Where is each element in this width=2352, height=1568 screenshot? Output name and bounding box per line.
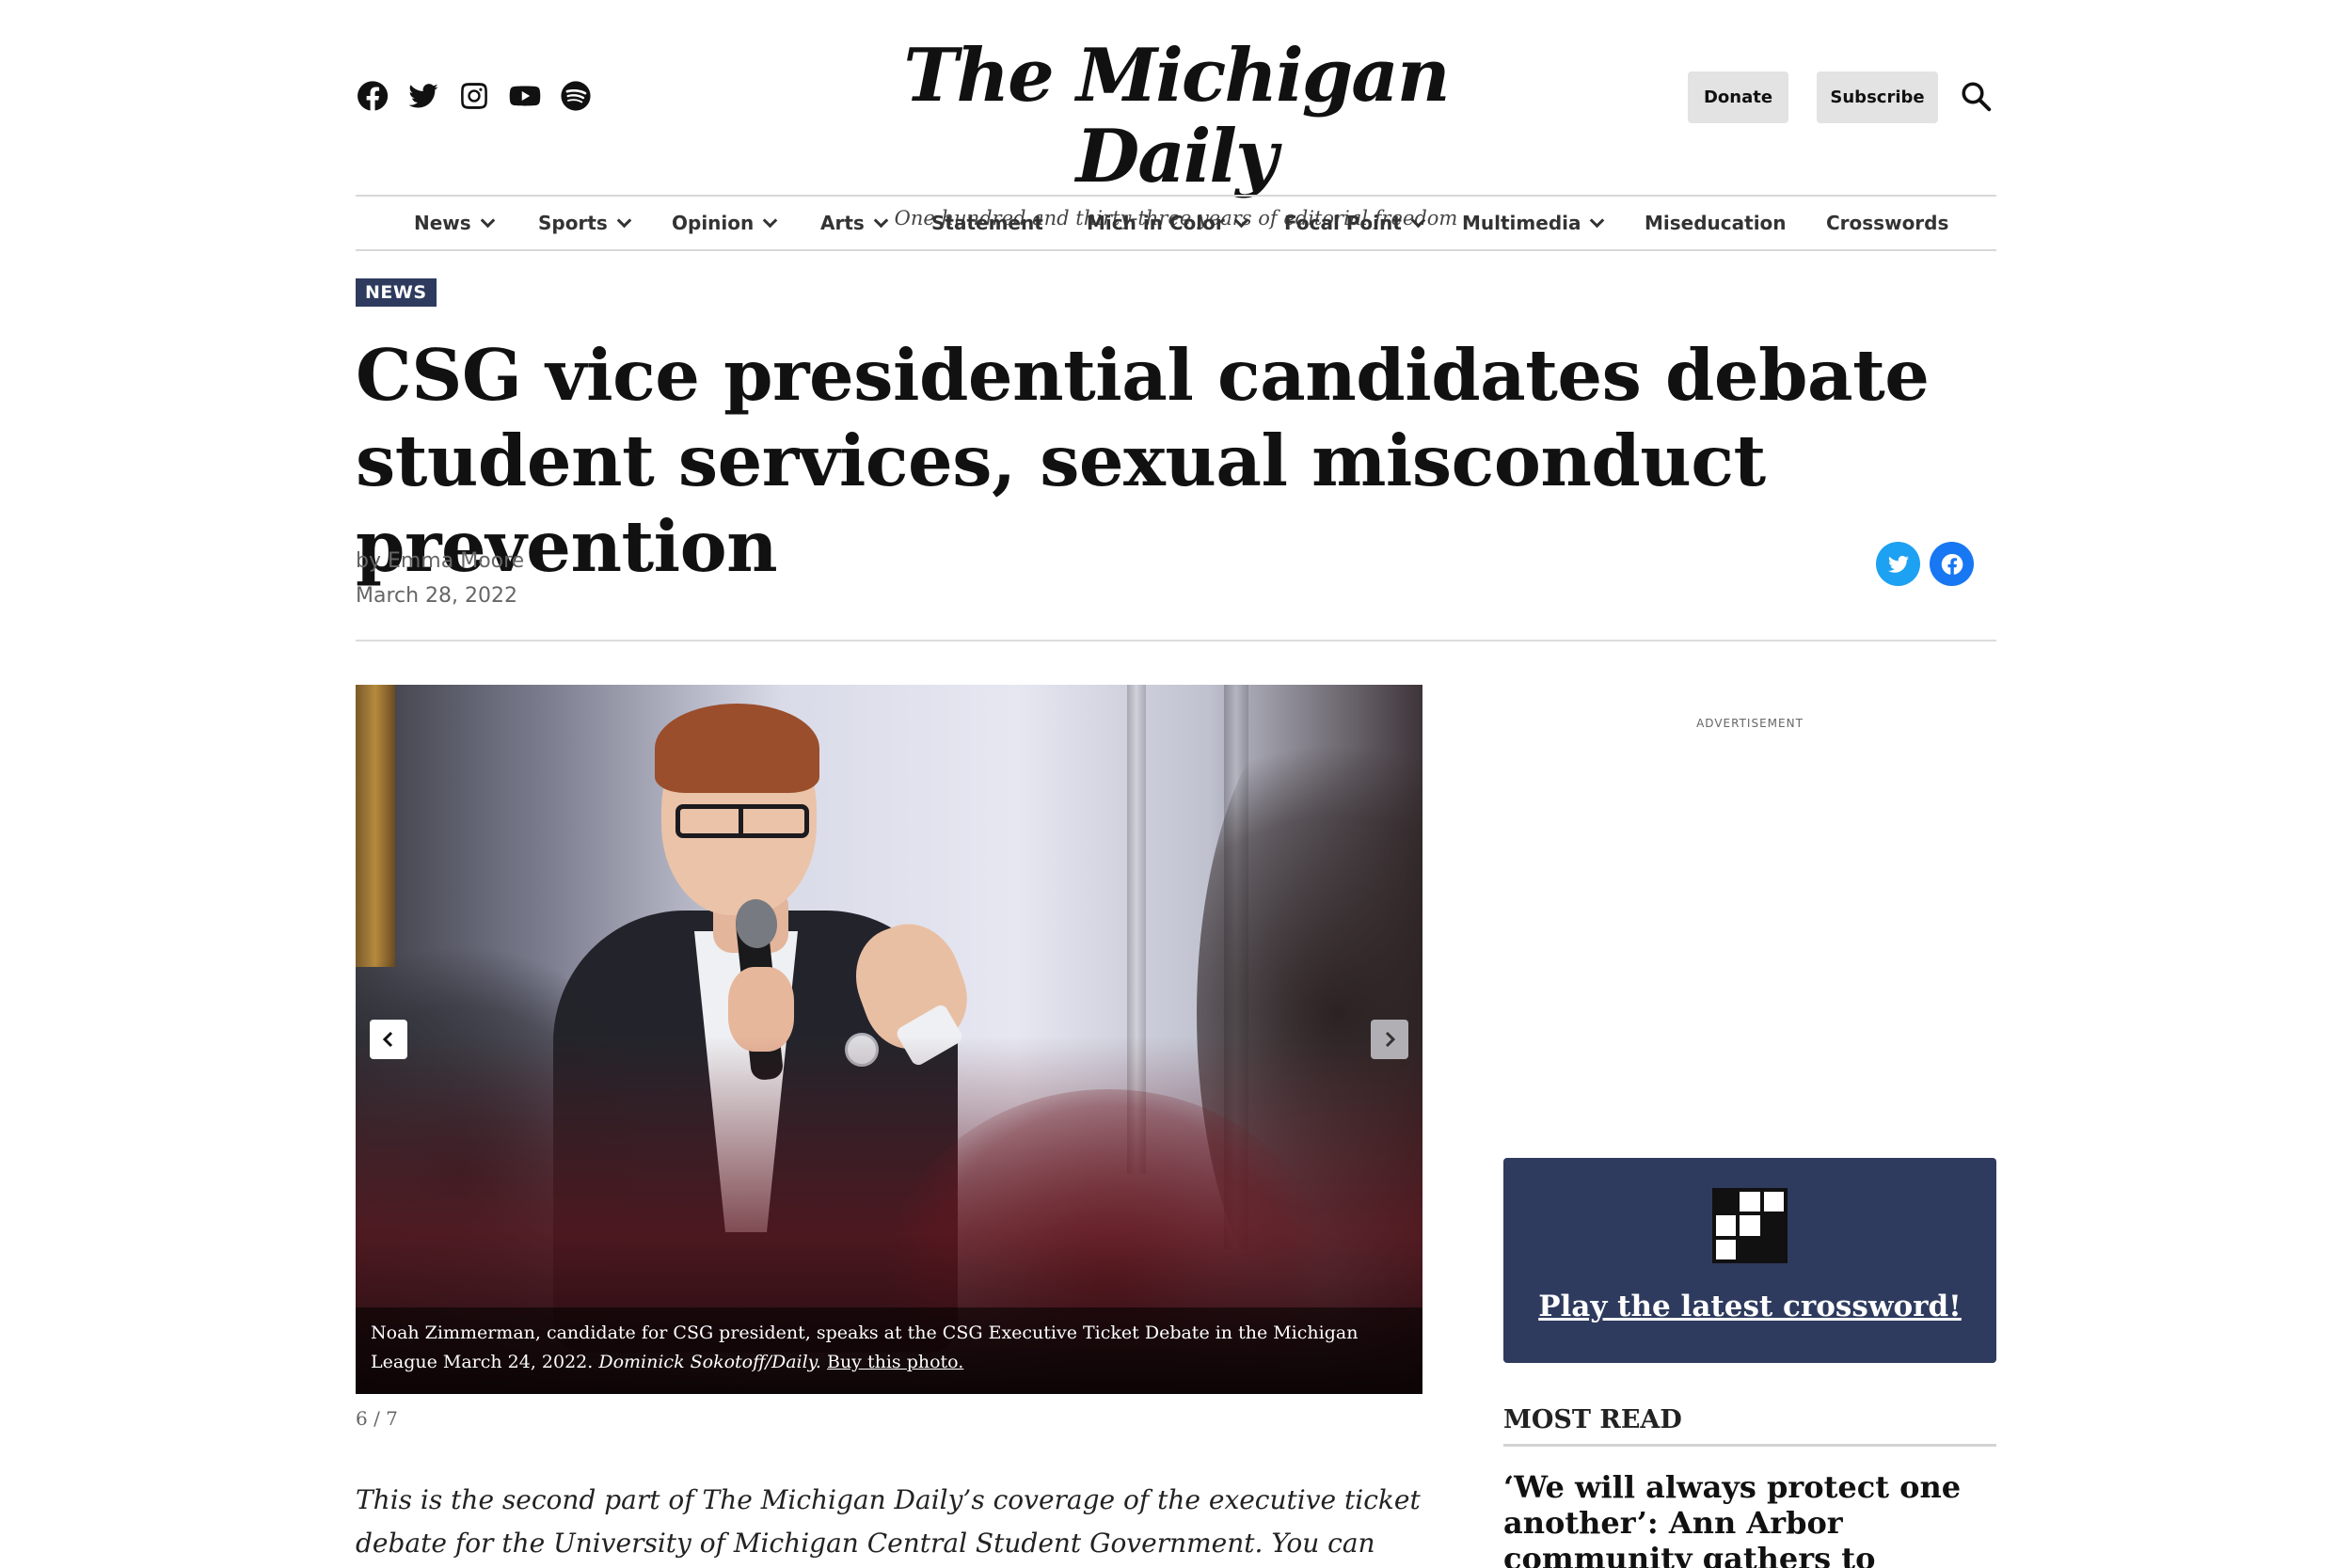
crossword-grid-icon (1712, 1188, 1788, 1263)
publish-date: March 28, 2022 (356, 584, 518, 608)
twitter-icon (1887, 555, 1909, 573)
grid-cell (1763, 1192, 1784, 1212)
nav-item-crosswords[interactable]: Crosswords (1826, 197, 1948, 249)
nav-item-label: Arts (820, 212, 865, 234)
grid-cell (1740, 1192, 1760, 1212)
youtube-icon[interactable] (508, 79, 542, 113)
chevron-down-icon (1590, 213, 1605, 228)
spotify-icon[interactable] (559, 79, 593, 113)
nav-item-news[interactable]: News (414, 197, 495, 249)
crossword-link[interactable]: Play the latest crossword! (1503, 1290, 1996, 1323)
nav-item-label: Opinion (672, 212, 755, 234)
nav-item-miseducation[interactable]: Miseducation (1645, 197, 1787, 249)
most-read-heading: MOST READ (1503, 1405, 1996, 1447)
photo-credit: Dominick Sokotoff/Daily. (598, 1352, 821, 1372)
article-lede: This is the second part of The Michigan … (356, 1484, 1421, 1559)
divider (356, 640, 1996, 641)
slideshow-next-button[interactable] (1371, 1020, 1408, 1059)
nav-item-label: Focal Point (1284, 212, 1402, 234)
chevron-down-icon (1410, 213, 1426, 228)
crossword-promo[interactable]: Play the latest crossword! (1503, 1158, 1996, 1363)
photo-detail (356, 685, 395, 967)
chevron-down-icon (1233, 213, 1249, 228)
instagram-icon[interactable] (457, 79, 491, 113)
donate-button[interactable]: Donate (1688, 71, 1788, 123)
nav-item-focal-point[interactable]: Focal Point (1284, 197, 1426, 249)
buy-photo-link[interactable]: Buy this photo. (827, 1352, 963, 1372)
chevron-left-icon (382, 1031, 393, 1048)
grid-cell (1763, 1215, 1784, 1236)
share-twitter-button[interactable] (1876, 542, 1920, 586)
grid-cell (1740, 1215, 1760, 1236)
most-read-item[interactable]: ‘We will always protect one another’: An… (1503, 1469, 1996, 1568)
subscribe-button[interactable]: Subscribe (1817, 71, 1938, 123)
nav-item-multimedia[interactable]: Multimedia (1462, 197, 1605, 249)
article-meta: by Emma Moore March 28, 2022 (356, 544, 524, 613)
category-badge[interactable]: NEWS (356, 278, 437, 307)
ad-label: ADVERTISEMENT (1696, 717, 1804, 730)
photo-slideshow: Noah Zimmerman, candidate for CSG presid… (356, 685, 1422, 1394)
nav-item-sports[interactable]: Sports (538, 197, 632, 249)
grid-cell (1716, 1239, 1737, 1259)
facebook-icon[interactable] (356, 79, 389, 113)
nav-item-statement[interactable]: Statement (931, 197, 1043, 249)
nav-item-mich-in-color[interactable]: Mich in Color (1087, 197, 1249, 249)
slide-counter: 6 / 7 (356, 1407, 398, 1430)
nav-item-label: Statement (931, 212, 1043, 234)
main-nav: News Sports Opinion Arts Statement Mich … (356, 195, 1996, 251)
photo-caption: Noah Zimmerman, candidate for CSG presid… (356, 1307, 1422, 1394)
nav-item-label: Miseducation (1645, 212, 1787, 234)
grid-cell (1740, 1239, 1760, 1259)
nav-item-label: Mich in Color (1087, 212, 1225, 234)
article-headline: CSG vice presidential candidates debate … (356, 334, 1930, 588)
nav-item-label: Sports (538, 212, 608, 234)
grid-cell (1716, 1215, 1737, 1236)
chevron-down-icon (616, 213, 632, 228)
slideshow-prev-button[interactable] (370, 1020, 407, 1059)
nav-item-label: News (414, 212, 471, 234)
facebook-icon (1941, 553, 1963, 575)
grid-cell (1716, 1192, 1737, 1212)
chevron-down-icon (762, 213, 778, 228)
nav-item-opinion[interactable]: Opinion (672, 197, 778, 249)
chevron-right-icon (1385, 1031, 1396, 1048)
search-icon[interactable] (1959, 79, 1993, 113)
twitter-icon[interactable] (406, 79, 440, 113)
nav-item-label: Crosswords (1826, 212, 1949, 234)
nav-item-arts[interactable]: Arts (820, 197, 889, 249)
grid-cell (1763, 1239, 1784, 1259)
chevron-down-icon (480, 213, 495, 228)
nav-item-label: Multimedia (1462, 212, 1581, 234)
photo-detail (675, 804, 809, 838)
share-facebook-button[interactable] (1930, 542, 1974, 586)
social-links (356, 79, 593, 113)
chevron-down-icon (873, 213, 889, 228)
byline[interactable]: by Emma Moore (356, 544, 524, 578)
site-logo[interactable]: The Michigan Daily (847, 36, 1505, 198)
photo-detail (655, 704, 819, 793)
